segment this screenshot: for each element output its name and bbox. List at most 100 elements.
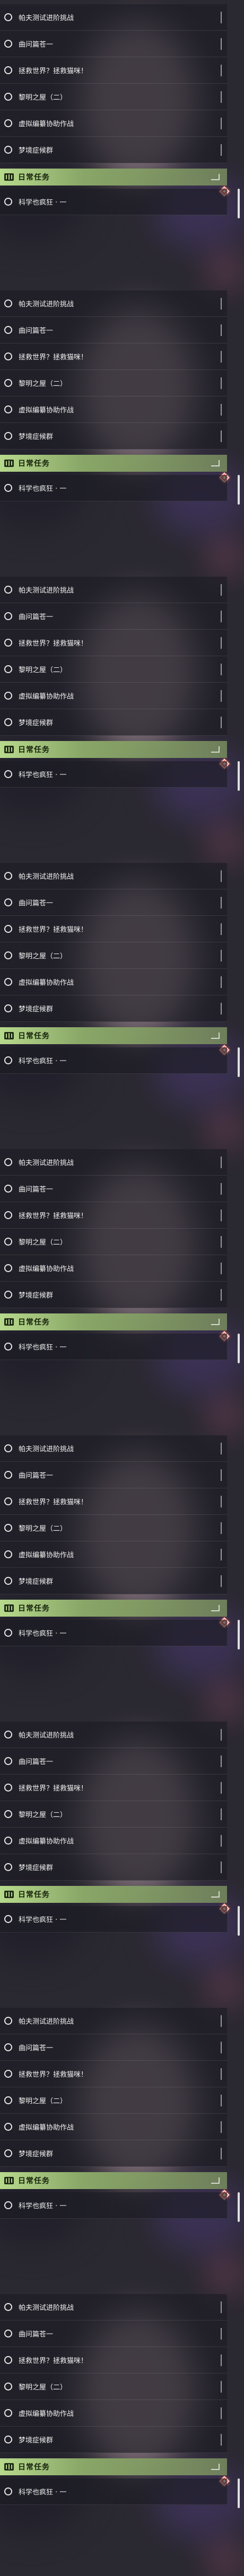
quest-row[interactable]: 帕夫测试进阶挑战 xyxy=(0,863,227,889)
circle-outline-icon xyxy=(4,2017,12,2025)
quest-row[interactable]: 曲问篇苍一 xyxy=(0,31,227,57)
scroll-indicator[interactable] xyxy=(238,2192,240,2222)
quest-row[interactable]: 黎明之屋（二） xyxy=(0,656,227,683)
quest-row[interactable]: 拯救世界？拯救猫咪！ xyxy=(0,57,227,84)
quest-row[interactable]: 曲问篇苍一 xyxy=(0,2034,227,2061)
quest-row[interactable]: 黎明之屋（二） xyxy=(0,1515,227,1541)
quest-row[interactable]: 梦境症候群 xyxy=(0,2427,227,2453)
daily-quest-header[interactable]: 日常任务 xyxy=(0,2458,227,2475)
row-divider-mark xyxy=(221,1289,222,1301)
quest-row[interactable]: 曲问篇苍一 xyxy=(0,1748,227,1775)
quest-row[interactable]: 虚拟编纂协助作战 xyxy=(0,1828,227,1854)
quest-row[interactable]: 曲问篇苍一 xyxy=(0,317,227,343)
quest-row[interactable]: 虚拟编纂协助作战 xyxy=(0,1255,227,1282)
quest-row[interactable]: 黎明之屋（二） xyxy=(0,2374,227,2400)
row-divider-mark xyxy=(221,950,222,961)
quest-row[interactable]: 梦境症候群 xyxy=(0,995,227,1022)
quest-row[interactable]: 梦境症候群 xyxy=(0,1282,227,1308)
row-divider-mark xyxy=(221,611,222,622)
quest-row[interactable]: 拯救世界？拯救猫咪！ xyxy=(0,916,227,942)
quest-row[interactable]: 黎明之屋（二） xyxy=(0,1801,227,1828)
daily-quest-header[interactable]: 日常任务 xyxy=(0,1313,227,1330)
daily-quest-row[interactable]: 科学也疯狂 · 一 xyxy=(0,475,227,501)
quest-row[interactable]: 虚拟编纂协助作战 xyxy=(0,1541,227,1568)
quest-row[interactable]: 梦境症候群 xyxy=(0,137,227,163)
quest-row[interactable]: 虚拟编纂协助作战 xyxy=(0,110,227,137)
quest-title: 梦境症候群 xyxy=(19,1292,54,1300)
scroll-indicator[interactable] xyxy=(238,2478,240,2508)
quest-row[interactable]: 梦境症候群 xyxy=(0,423,227,449)
quest-row[interactable]: 曲问篇苍一 xyxy=(0,603,227,630)
quest-row[interactable]: 梦境症候群 xyxy=(0,1854,227,1881)
quest-row[interactable]: 黎明之屋（二） xyxy=(0,1229,227,1255)
quest-row[interactable]: 拯救世界？拯救猫咪！ xyxy=(0,630,227,656)
quest-title: 帕夫测试进阶挑战 xyxy=(19,14,74,22)
daily-quest-header[interactable]: 日常任务 xyxy=(0,1886,227,1903)
daily-quest-row[interactable]: 科学也疯狂 · 一 xyxy=(0,1047,227,1074)
quest-row[interactable]: 梦境症候群 xyxy=(0,2140,227,2167)
row-divider-mark xyxy=(221,897,222,908)
daily-quest-row[interactable]: 科学也疯狂 · 一 xyxy=(0,1906,227,1933)
quest-row[interactable]: 梦境症候群 xyxy=(0,709,227,736)
circle-outline-icon xyxy=(4,2487,12,2495)
daily-quest-header[interactable]: 日常任务 xyxy=(0,1027,227,1044)
quest-row[interactable]: 帕夫测试进阶挑战 xyxy=(0,577,227,603)
quest-title: 曲问篇苍一 xyxy=(19,2331,54,2339)
daily-quest-row[interactable]: 科学也疯狂 · 一 xyxy=(0,1334,227,1360)
quest-row[interactable]: 黎明之屋（二） xyxy=(0,2087,227,2114)
daily-quest-row[interactable]: 科学也疯狂 · 一 xyxy=(0,1620,227,1646)
quest-row[interactable]: 曲问篇苍一 xyxy=(0,2321,227,2347)
quest-row[interactable]: 曲问篇苍一 xyxy=(0,1176,227,1202)
circle-outline-icon xyxy=(4,2070,12,2078)
quest-row[interactable]: 黎明之屋（二） xyxy=(0,84,227,110)
quest-row[interactable]: 拯救世界？拯救猫咪！ xyxy=(0,343,227,370)
quest-row[interactable]: 拯救世界？拯救猫咪！ xyxy=(0,2061,227,2087)
quest-row[interactable]: 虚拟编纂协助作战 xyxy=(0,969,227,995)
daily-quest-header[interactable]: 日常任务 xyxy=(0,741,227,758)
scroll-indicator[interactable] xyxy=(238,1620,240,1649)
scroll-indicator[interactable] xyxy=(238,1047,240,1077)
quest-row[interactable]: 帕夫测试进阶挑战 xyxy=(0,1149,227,1176)
quest-title: 梦境症候群 xyxy=(19,147,54,155)
quest-row[interactable]: 虚拟编纂协助作战 xyxy=(0,396,227,423)
daily-quest-row[interactable]: 科学也疯狂 · 一 xyxy=(0,761,227,788)
quest-group: 帕夫测试进阶挑战 曲问篇苍一 拯救世界？拯救猫咪！ 黎明之屋（二） 虚拟编纂协助作战 梦境… xyxy=(0,1717,244,2004)
quest-row[interactable]: 帕夫测试进阶挑战 xyxy=(0,1722,227,1748)
quest-row[interactable]: 拯救世界？拯救猫咪！ xyxy=(0,1775,227,1801)
quest-row[interactable]: 帕夫测试进阶挑战 xyxy=(0,2008,227,2034)
quest-row[interactable]: 拯救世界？拯救猫咪！ xyxy=(0,1488,227,1515)
scroll-indicator[interactable] xyxy=(238,761,240,791)
quest-row[interactable]: 黎明之屋（二） xyxy=(0,370,227,396)
daily-quest-row[interactable]: 科学也疯狂 · 一 xyxy=(0,2192,227,2219)
quest-row[interactable]: 梦境症候群 xyxy=(0,1568,227,1594)
scroll-indicator[interactable] xyxy=(238,1334,240,1363)
quest-row[interactable]: 帕夫测试进阶挑战 xyxy=(0,290,227,317)
row-divider-mark xyxy=(221,1729,222,1741)
quest-row[interactable]: 曲问篇苍一 xyxy=(0,1462,227,1488)
daily-quest-header-label: 日常任务 xyxy=(18,2463,50,2472)
daily-quest-header[interactable]: 日常任务 xyxy=(0,1600,227,1617)
quest-row[interactable]: 帕夫测试进阶挑战 xyxy=(0,1435,227,1462)
daily-quest-header[interactable]: 日常任务 xyxy=(0,2172,227,2189)
quest-row[interactable]: 帕夫测试进阶挑战 xyxy=(0,4,227,31)
quest-row[interactable]: 帕夫测试进阶挑战 xyxy=(0,2294,227,2321)
quest-row[interactable]: 拯救世界？拯救猫咪！ xyxy=(0,2347,227,2374)
row-divider-mark xyxy=(221,118,222,129)
quest-row[interactable]: 黎明之屋（二） xyxy=(0,942,227,969)
daily-quest-title: 科学也疯狂 · 一 xyxy=(19,485,67,493)
daily-quest-row[interactable]: 科学也疯狂 · 一 xyxy=(0,189,227,215)
daily-quest-header[interactable]: 日常任务 xyxy=(0,169,227,186)
quest-row[interactable]: 虚拟编纂协助作战 xyxy=(0,683,227,709)
quest-row[interactable]: 虚拟编纂协助作战 xyxy=(0,2114,227,2140)
circle-outline-icon xyxy=(4,484,12,492)
daily-quest-header[interactable]: 日常任务 xyxy=(0,455,227,472)
daily-quest-row[interactable]: 科学也疯狂 · 一 xyxy=(0,2478,227,2505)
circle-outline-icon xyxy=(4,1444,12,1452)
quest-row[interactable]: 虚拟编纂协助作战 xyxy=(0,2400,227,2427)
quest-row[interactable]: 拯救世界？拯救猫咪！ xyxy=(0,1202,227,1229)
scroll-indicator[interactable] xyxy=(238,189,240,218)
scroll-indicator[interactable] xyxy=(238,475,240,505)
quest-row[interactable]: 曲问篇苍一 xyxy=(0,889,227,916)
circle-outline-icon xyxy=(4,1264,12,1272)
scroll-indicator[interactable] xyxy=(238,1906,240,1936)
